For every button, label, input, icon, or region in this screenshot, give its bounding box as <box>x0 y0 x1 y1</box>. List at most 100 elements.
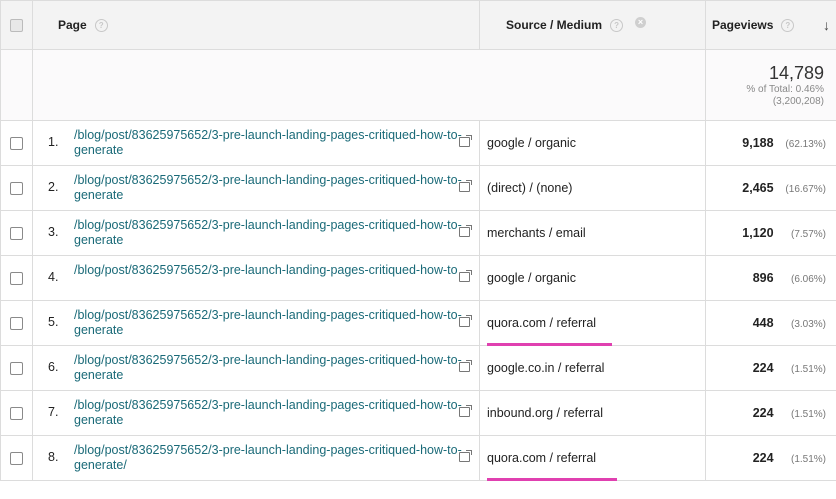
source-medium-value: google / organic <box>487 271 576 285</box>
pageviews-cell: 1,120 (7.57%) <box>705 210 836 256</box>
row-rank: 8. <box>48 450 59 464</box>
help-icon[interactable]: ? <box>94 18 108 32</box>
page-cell: 5. /blog/post/83625975652/3-pre-launch-la… <box>32 300 480 346</box>
row-checkbox[interactable] <box>10 451 23 465</box>
totals-pageviews-cell: 14,789 % of Total: 0.46% (3,200,208) <box>705 49 836 121</box>
pageviews-cell: 448 (3.03%) <box>705 300 836 346</box>
row-checkbox[interactable] <box>10 226 23 240</box>
open-external-icon[interactable] <box>459 180 472 192</box>
pageviews-percent: (16.67%) <box>785 184 826 195</box>
table-row: 8. /blog/post/83625975652/3-pre-launch-la… <box>0 435 836 481</box>
row-rank: 1. <box>48 135 59 149</box>
row-select-cell <box>0 210 33 256</box>
open-external-icon[interactable] <box>459 135 472 147</box>
source-medium-column-header[interactable]: Source / Medium ? × <box>479 0 706 50</box>
page-cell: 1. /blog/post/83625975652/3-pre-launch-la… <box>32 120 480 166</box>
page-cell: 2. /blog/post/83625975652/3-pre-launch-la… <box>32 165 480 211</box>
page-link[interactable]: /blog/post/83625975652/3-pre-launch-land… <box>74 308 464 338</box>
pageviews-percent: (1.51%) <box>790 454 826 465</box>
page-link[interactable]: /blog/post/83625975652/3-pre-launch-land… <box>74 398 464 428</box>
row-checkbox[interactable] <box>10 316 23 330</box>
open-external-icon[interactable] <box>459 270 472 282</box>
open-external-icon[interactable] <box>459 405 472 417</box>
page-cell: 8. /blog/post/83625975652/3-pre-launch-la… <box>32 435 480 481</box>
row-rank: 5. <box>48 315 59 329</box>
pageviews-cell: 9,188 (62.13%) <box>705 120 836 166</box>
source-medium-cell: (direct) / (none) <box>479 165 706 211</box>
page-link[interactable]: /blog/post/83625975652/3-pre-launch-land… <box>74 443 464 473</box>
row-rank: 7. <box>48 405 59 419</box>
pageviews-cell: 224 (1.51%) <box>705 390 836 436</box>
source-medium-cell: inbound.org / referral <box>479 390 706 436</box>
pageviews-value: 224 <box>752 361 774 375</box>
source-medium-cell: merchants / email <box>479 210 706 256</box>
source-medium-value: inbound.org / referral <box>487 406 604 420</box>
row-checkbox[interactable] <box>10 181 23 195</box>
pageviews-percent: (62.13%) <box>785 139 826 150</box>
page-column-header[interactable]: Page ? <box>32 0 480 50</box>
row-select-cell <box>0 255 33 301</box>
remove-dimension-icon[interactable]: × <box>635 16 647 28</box>
pageviews-percent: (1.51%) <box>790 409 826 420</box>
row-checkbox[interactable] <box>10 406 23 420</box>
row-select-cell <box>0 300 33 346</box>
source-medium-cell: quora.com / referral <box>479 435 706 481</box>
totals-spacer-cell <box>32 49 706 121</box>
row-rank: 6. <box>48 360 59 374</box>
total-pageviews: 14,789 <box>768 62 824 83</box>
source-medium-value: (direct) / (none) <box>487 181 573 195</box>
pageviews-percent: (7.57%) <box>790 229 826 240</box>
pageviews-percent: (6.06%) <box>790 274 826 285</box>
source-medium-column-label: Source / Medium <box>506 18 603 32</box>
page-link[interactable]: /blog/post/83625975652/3-pre-launch-land… <box>74 353 464 383</box>
table-row: 5. /blog/post/83625975652/3-pre-launch-la… <box>0 300 836 346</box>
table-row: 1. /blog/post/83625975652/3-pre-launch-la… <box>0 120 836 166</box>
page-link[interactable]: /blog/post/83625975652/3-pre-launch-land… <box>74 218 464 248</box>
page-cell: 6. /blog/post/83625975652/3-pre-launch-la… <box>32 345 480 391</box>
source-medium-value: google / organic <box>487 136 576 150</box>
page-column-label: Page <box>58 18 87 32</box>
percent-of-total: % of Total: 0.46% <box>746 83 824 95</box>
table-row: 7. /blog/post/83625975652/3-pre-launch-la… <box>0 390 836 436</box>
source-medium-cell: google / organic <box>479 120 706 166</box>
page-link[interactable]: /blog/post/83625975652/3-pre-launch-land… <box>74 128 464 158</box>
totals-row: 14,789 % of Total: 0.46% (3,200,208) <box>0 49 836 121</box>
open-external-icon[interactable] <box>459 315 472 327</box>
page-link[interactable]: /blog/post/83625975652/3-pre-launch-land… <box>74 263 464 278</box>
page-cell: 4. /blog/post/83625975652/3-pre-launch-la… <box>32 255 480 301</box>
report-table: Page ? Source / Medium ? × Pageviews ? ↓ <box>0 0 836 481</box>
highlight-underline <box>487 478 617 481</box>
row-select-cell <box>0 435 33 481</box>
open-external-icon[interactable] <box>459 360 472 372</box>
totals-empty-cell <box>0 49 33 121</box>
pageviews-value: 9,188 <box>742 136 774 150</box>
pageviews-cell: 896 (6.06%) <box>705 255 836 301</box>
row-checkbox[interactable] <box>10 271 23 285</box>
row-checkbox[interactable] <box>10 136 23 150</box>
sort-descending-icon[interactable]: ↓ <box>823 17 830 33</box>
grand-total: (3,200,208) <box>772 95 824 107</box>
pageviews-column-header[interactable]: Pageviews ? ↓ <box>705 0 836 50</box>
open-external-icon[interactable] <box>459 450 472 462</box>
help-icon[interactable]: ? <box>781 18 795 32</box>
pageviews-value: 224 <box>752 451 774 465</box>
open-external-icon[interactable] <box>459 225 472 237</box>
help-icon[interactable]: ? <box>610 18 624 32</box>
pageviews-column-label: Pageviews <box>712 18 774 32</box>
select-all-cell <box>0 0 33 50</box>
pageviews-percent: (3.03%) <box>790 319 826 330</box>
pageviews-cell: 224 (1.51%) <box>705 345 836 391</box>
row-rank: 4. <box>48 270 59 284</box>
row-select-cell <box>0 390 33 436</box>
table-row: 4. /blog/post/83625975652/3-pre-launch-la… <box>0 255 836 301</box>
pageviews-cell: 224 (1.51%) <box>705 435 836 481</box>
source-medium-cell: google / organic <box>479 255 706 301</box>
source-medium-value: google.co.in / referral <box>487 361 605 375</box>
select-all-checkbox[interactable] <box>10 18 23 32</box>
row-select-cell <box>0 120 33 166</box>
page-cell: 7. /blog/post/83625975652/3-pre-launch-la… <box>32 390 480 436</box>
page-link[interactable]: /blog/post/83625975652/3-pre-launch-land… <box>74 173 464 203</box>
pageviews-percent: (1.51%) <box>790 364 826 375</box>
row-checkbox[interactable] <box>10 361 23 375</box>
table-row: 6. /blog/post/83625975652/3-pre-launch-la… <box>0 345 836 391</box>
